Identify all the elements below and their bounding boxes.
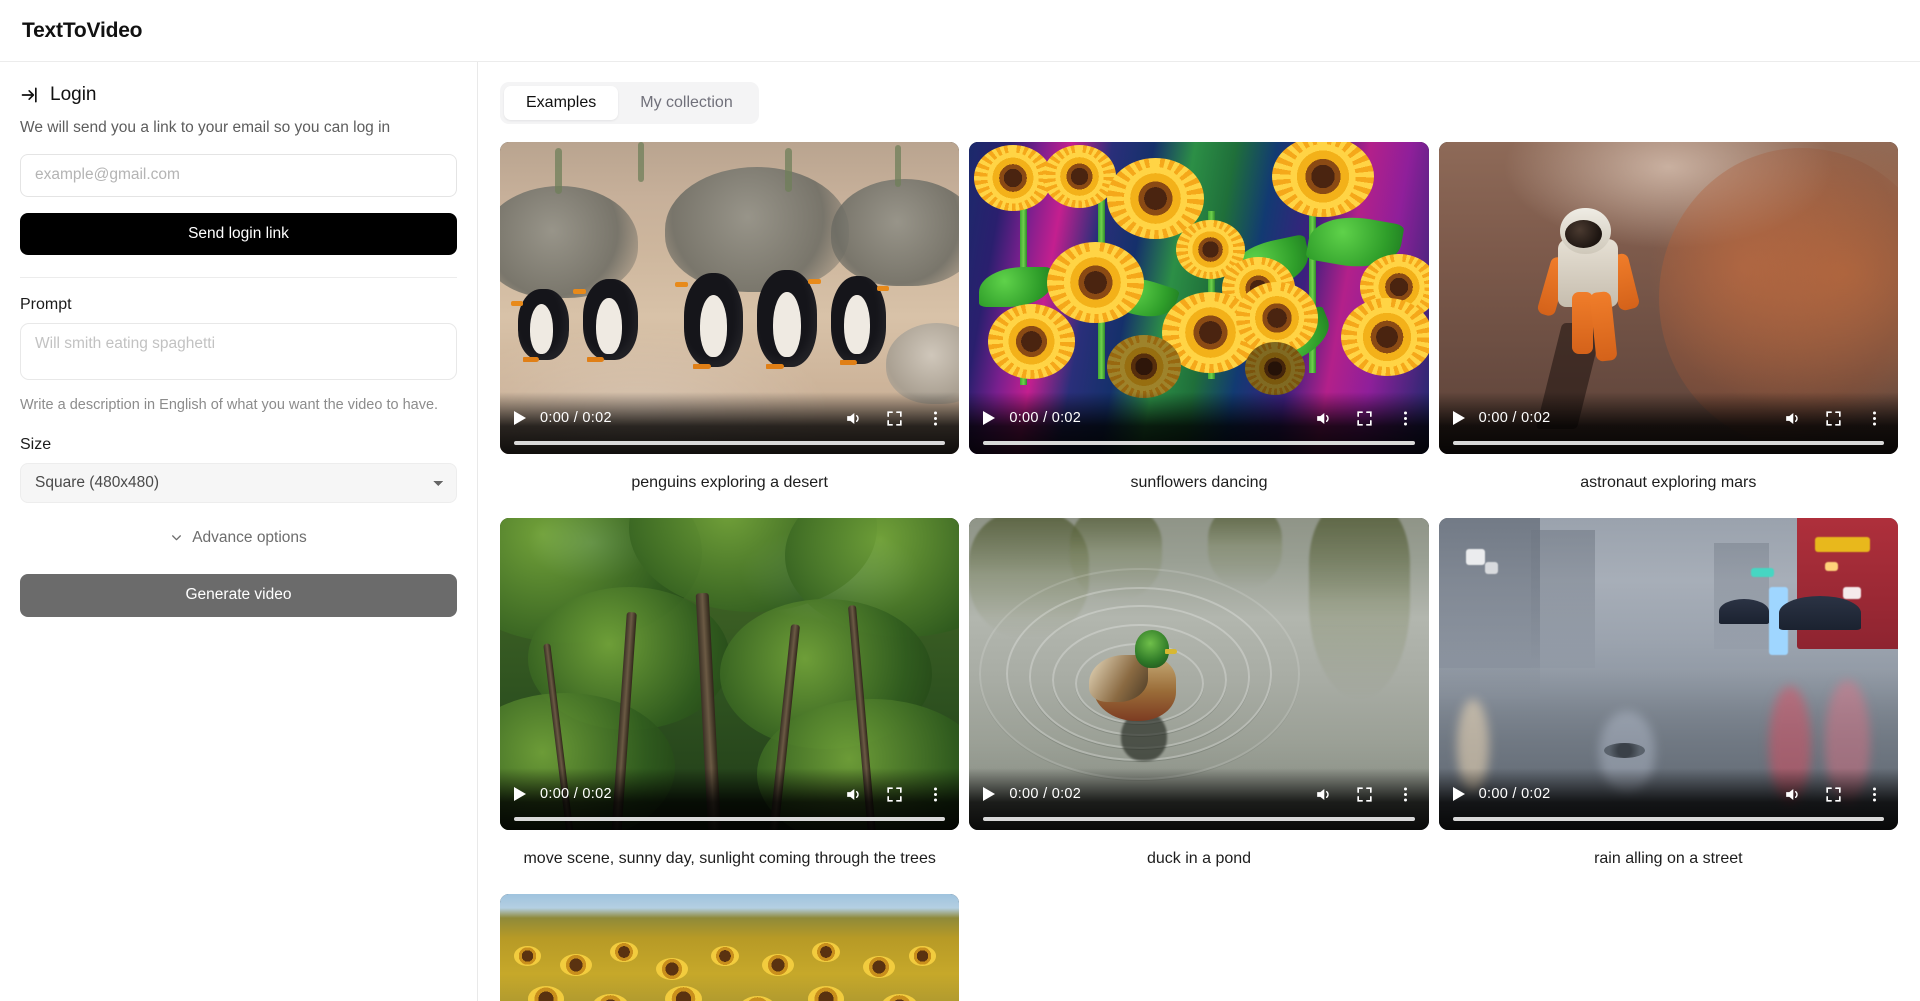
- login-arrow-icon: [20, 85, 40, 105]
- advance-options-toggle[interactable]: Advance options: [20, 529, 457, 547]
- login-title: Login: [50, 84, 97, 105]
- video-thumbnail-sunflower-field: [500, 894, 960, 1001]
- advance-options-label: Advance options: [192, 528, 307, 546]
- prompt-label: Prompt: [20, 295, 72, 313]
- app-title: TextToVideo: [22, 18, 143, 42]
- video-grid: 0:00 / 0:02 penguins exploring a desert …: [500, 142, 1898, 1001]
- video-card: 0:00 / 0:02: [969, 142, 1429, 518]
- tab-my-collection[interactable]: My collection: [618, 86, 754, 120]
- video-controls: 0:00 / 0:02: [969, 768, 1429, 830]
- video-card: 0:00 / 0:02: [1438, 518, 1898, 894]
- video-player-sunflowers[interactable]: 0:00 / 0:02: [969, 142, 1429, 454]
- volume-icon[interactable]: [844, 409, 863, 428]
- size-select[interactable]: Square (480x480): [20, 462, 457, 503]
- fullscreen-icon[interactable]: [1824, 785, 1843, 804]
- volume-icon[interactable]: [1314, 785, 1333, 804]
- video-progress-bar[interactable]: [1452, 441, 1884, 445]
- play-icon[interactable]: [1452, 787, 1465, 801]
- video-time: 0:00 / 0:02: [1009, 786, 1082, 802]
- video-progress-bar[interactable]: [514, 817, 946, 821]
- video-caption: duck in a pond: [1146, 850, 1252, 867]
- video-time: 0:00 / 0:02: [540, 410, 612, 426]
- send-login-link-button[interactable]: Send login link: [20, 212, 457, 255]
- video-progress-bar[interactable]: [983, 441, 1415, 445]
- video-card: [500, 894, 960, 1001]
- video-controls: 0:00 / 0:02: [500, 392, 960, 454]
- video-caption: rain alling on a street: [1594, 850, 1743, 867]
- fullscreen-icon[interactable]: [1355, 785, 1374, 804]
- sidebar-divider: [20, 276, 457, 278]
- volume-icon[interactable]: [1783, 785, 1802, 804]
- play-icon[interactable]: [983, 411, 996, 425]
- video-player-penguins[interactable]: 0:00 / 0:02: [500, 142, 960, 454]
- chevron-down-icon: [170, 531, 183, 544]
- video-time: 0:00 / 0:02: [1478, 410, 1551, 426]
- fullscreen-icon[interactable]: [1355, 409, 1374, 428]
- email-input[interactable]: [20, 153, 457, 197]
- prompt-textarea[interactable]: [20, 322, 457, 380]
- volume-icon[interactable]: [1314, 409, 1333, 428]
- more-options-icon[interactable]: [1396, 409, 1415, 428]
- video-card: 0:00 / 0:02: [500, 142, 960, 518]
- more-options-icon[interactable]: [1865, 785, 1884, 804]
- play-icon[interactable]: [514, 411, 526, 425]
- play-icon[interactable]: [1452, 411, 1465, 425]
- video-time: 0:00 / 0:02: [540, 786, 612, 802]
- login-heading-row: Login: [20, 84, 457, 106]
- prompt-helper-text: Write a description in English of what y…: [20, 396, 439, 413]
- video-progress-bar[interactable]: [983, 817, 1415, 821]
- fullscreen-icon[interactable]: [1824, 409, 1843, 428]
- more-options-icon[interactable]: [1865, 409, 1884, 428]
- tab-bar: Examples My collection: [500, 82, 759, 124]
- video-caption: move scene, sunny day, sunlight coming t…: [523, 850, 936, 867]
- video-card: 0:00 / 0:02: [1438, 142, 1898, 518]
- video-controls: 0:00 / 0:02: [1438, 768, 1898, 830]
- video-controls: 0:00 / 0:02: [969, 392, 1429, 454]
- video-player-sunflower-field[interactable]: [500, 894, 960, 1001]
- sidebar-panel: Login We will send you a link to your em…: [0, 62, 478, 1001]
- main-content: Examples My collection 0:00 / 0:02 pengu…: [478, 62, 1920, 1001]
- video-caption: sunflowers dancing: [1130, 474, 1268, 491]
- video-controls: 0:00 / 0:02: [500, 768, 960, 830]
- video-caption: astronaut exploring mars: [1580, 474, 1757, 491]
- play-icon[interactable]: [983, 787, 996, 801]
- video-progress-bar[interactable]: [514, 441, 946, 445]
- video-caption: penguins exploring a desert: [631, 474, 828, 491]
- size-label: Size: [20, 435, 52, 453]
- more-options-icon[interactable]: [926, 409, 945, 428]
- video-player-mars[interactable]: 0:00 / 0:02: [1438, 142, 1898, 454]
- body-wrapper: Login We will send you a link to your em…: [0, 62, 1920, 1001]
- login-subtitle: We will send you a link to your email so…: [20, 119, 391, 136]
- video-time: 0:00 / 0:02: [1009, 410, 1082, 426]
- video-player-rain[interactable]: 0:00 / 0:02: [1438, 518, 1898, 830]
- more-options-icon[interactable]: [1396, 785, 1415, 804]
- volume-icon[interactable]: [844, 785, 863, 804]
- video-card: 0:00 / 0:02: [969, 518, 1429, 894]
- video-card: 0:00 / 0:02: [500, 518, 960, 894]
- video-player-duck[interactable]: 0:00 / 0:02: [969, 518, 1429, 830]
- fullscreen-icon[interactable]: [885, 785, 904, 804]
- tab-examples[interactable]: Examples: [504, 86, 619, 120]
- fullscreen-icon[interactable]: [885, 409, 904, 428]
- video-controls: 0:00 / 0:02: [1438, 392, 1898, 454]
- play-icon[interactable]: [514, 787, 526, 801]
- more-options-icon[interactable]: [926, 785, 945, 804]
- video-player-trees[interactable]: 0:00 / 0:02: [500, 518, 960, 830]
- video-progress-bar[interactable]: [1452, 817, 1884, 821]
- video-time: 0:00 / 0:02: [1478, 786, 1551, 802]
- generate-video-button[interactable]: Generate video: [20, 573, 457, 617]
- volume-icon[interactable]: [1783, 409, 1802, 428]
- app-header: TextToVideo: [0, 0, 1920, 62]
